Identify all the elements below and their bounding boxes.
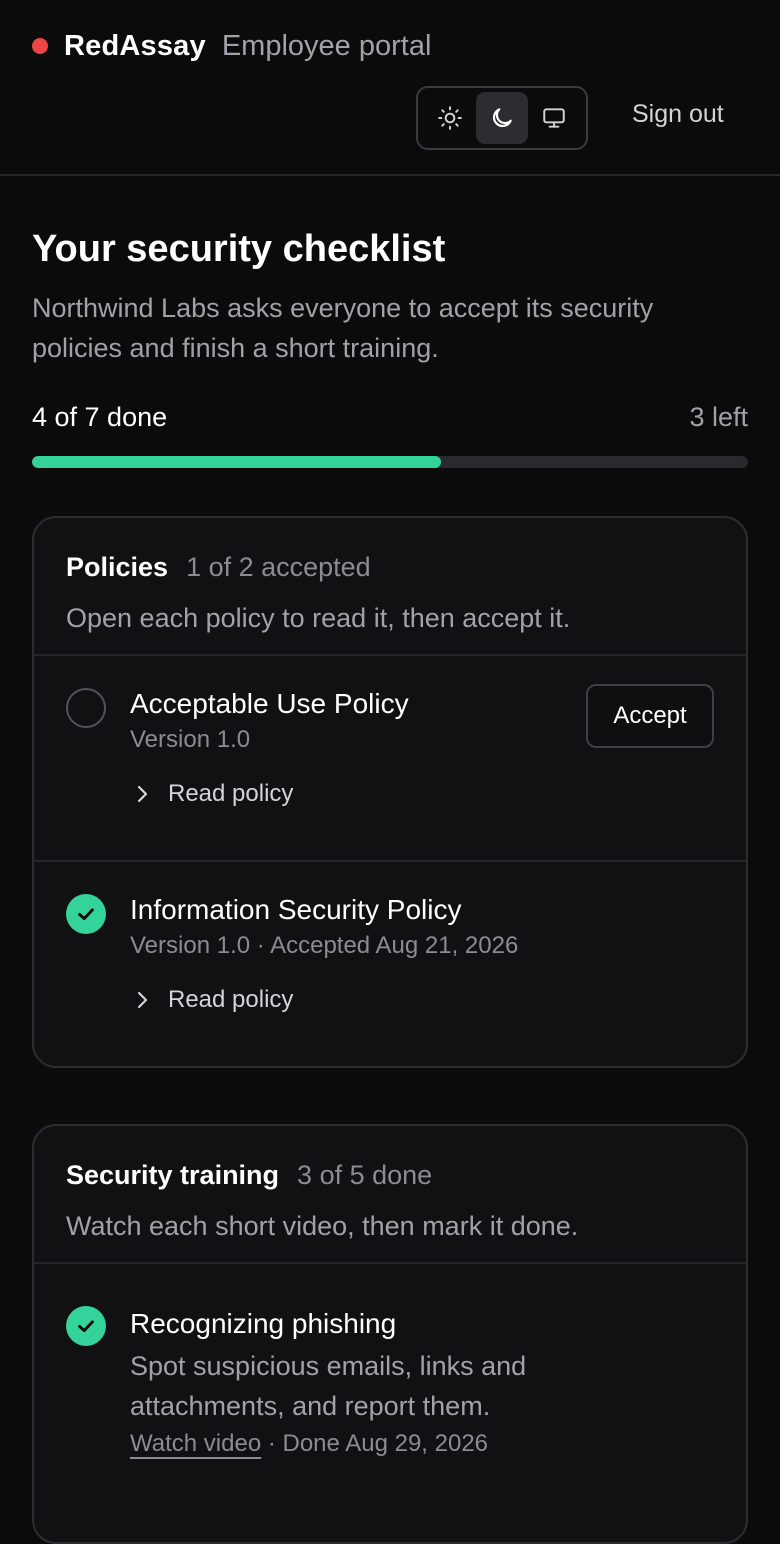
sign-out-link[interactable]: Sign out [632, 100, 724, 129]
training-title: Security training [66, 1160, 280, 1190]
training-description: Watch each short video, then mark it don… [66, 1211, 579, 1241]
theme-light-button[interactable] [424, 92, 476, 144]
brand-name: RedAssay [64, 29, 206, 62]
training-item-meta: · Done Aug 29, 2026 [261, 1430, 489, 1457]
policies-card-header: Policies 1 of 2 accepted Open each polic… [34, 518, 746, 656]
sun-icon [438, 106, 462, 130]
policies-card: Policies 1 of 2 accepted Open each polic… [32, 516, 748, 1068]
accept-button[interactable]: Accept [586, 684, 714, 748]
monitor-icon [543, 108, 565, 128]
moon-icon [492, 108, 512, 128]
top-bar: RedAssay Employee portal Sign out [0, 0, 780, 176]
brand: RedAssay Employee portal [32, 26, 431, 66]
training-card-header: Security training 3 of 5 done Watch each… [34, 1126, 746, 1264]
training-item-meta-row: Watch video · Done Aug 29, 2026 [130, 1430, 714, 1458]
read-policy-link[interactable]: Read policy [130, 780, 714, 808]
check-circle-icon [66, 894, 106, 934]
chevron-right-icon [137, 785, 148, 803]
progress-bar-fill [32, 456, 441, 468]
policy-item-information-security: Information Security Policy Version 1.0 … [34, 862, 746, 1066]
watch-video-link[interactable]: Watch video [130, 1430, 261, 1457]
read-policy-label: Read policy [168, 780, 294, 807]
training-card: Security training 3 of 5 done Watch each… [32, 1124, 748, 1544]
progress-remaining-label: 3 left [689, 402, 748, 432]
training-item-phishing: Recognizing phishing Spot suspicious ema… [34, 1264, 746, 1488]
brand-subtitle: Employee portal [221, 29, 432, 62]
read-policy-link[interactable]: Read policy [130, 986, 714, 1014]
theme-switcher [416, 86, 588, 150]
pending-circle-icon [66, 688, 106, 728]
policy-item-acceptable-use: Acceptable Use Policy Version 1.0 Read p… [34, 656, 746, 862]
read-policy-label: Read policy [168, 986, 294, 1013]
page-title: Your security checklist [32, 228, 446, 270]
chevron-right-icon [137, 991, 148, 1009]
policy-meta: Version 1.0 · Accepted Aug 21, 2026 [130, 932, 519, 959]
brand-dot-icon [32, 38, 48, 54]
progress-bar [32, 456, 748, 468]
training-item-description: Spot suspicious emails, links and attach… [130, 1351, 527, 1421]
policies-description: Open each policy to read it, then accept… [66, 603, 571, 633]
progress-summary: 4 of 7 done 3 left [32, 402, 748, 433]
check-circle-icon [66, 1306, 106, 1346]
policies-title: Policies [66, 552, 169, 582]
progress-done-label: 4 of 7 done [32, 402, 168, 432]
training-count: 3 of 5 done [297, 1160, 433, 1190]
policy-title: Information Security Policy [130, 894, 462, 925]
training-item-title: Recognizing phishing [130, 1308, 397, 1339]
theme-dark-button[interactable] [476, 92, 528, 144]
theme-system-button[interactable] [528, 92, 580, 144]
policies-count: 1 of 2 accepted [186, 552, 371, 582]
page-intro: Northwind Labs asks everyone to accept i… [32, 293, 654, 363]
